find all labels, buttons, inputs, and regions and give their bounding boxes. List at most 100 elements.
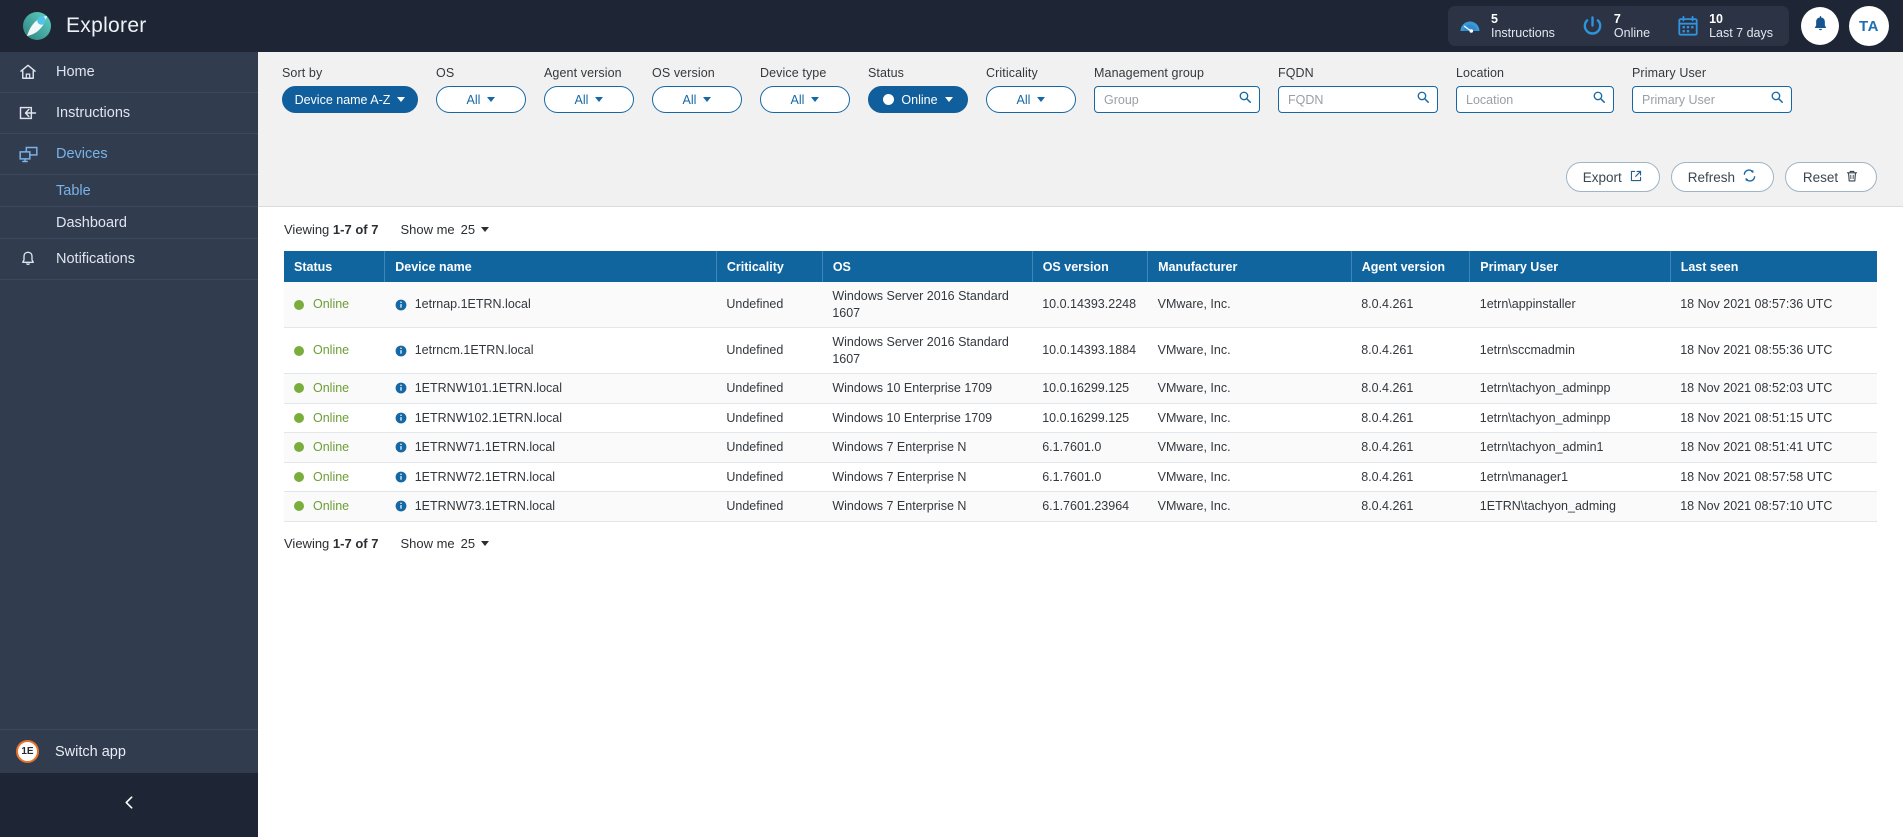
search-icon[interactable] <box>1770 90 1784 109</box>
sidebar-item-table[interactable]: Table <box>0 175 258 207</box>
table-head: Status Device name Criticality OS OS ver… <box>284 251 1877 282</box>
device-name-link[interactable]: 1ETRNW71.1ETRN.local <box>415 439 555 456</box>
sidebar-item-label: Notifications <box>56 251 135 267</box>
column-header-agent-version[interactable]: Agent version <box>1351 251 1471 282</box>
column-header-primary-user[interactable]: Primary User <box>1469 251 1671 282</box>
column-header-status[interactable]: Status <box>284 251 386 282</box>
column-header-os[interactable]: OS <box>822 251 1033 282</box>
table-row[interactable]: Online 1etrncm.1ETRN.local Undefined Window… <box>284 327 1877 374</box>
cell-status: Online <box>284 282 385 328</box>
info-icon[interactable] <box>395 299 407 311</box>
info-icon[interactable] <box>395 382 407 394</box>
table-row[interactable]: Online 1ETRNW72.1ETRN.local Undefined Windo… <box>284 462 1877 492</box>
cell-primary-user: 1etrn\manager1 <box>1469 462 1671 492</box>
sidebar-item-home[interactable]: Home <box>0 52 258 93</box>
column-header-manufacturer[interactable]: Manufacturer <box>1147 251 1352 282</box>
cell-os: Windows 10 Enterprise 1709 <box>822 403 1033 433</box>
search-icon[interactable] <box>1592 90 1606 109</box>
filter-criticality: Criticality All <box>986 66 1076 113</box>
sidebar-item-instructions[interactable]: Instructions <box>0 93 258 134</box>
cell-os-version: 10.0.14393.2248 <box>1032 282 1148 328</box>
notifications-button[interactable] <box>1801 7 1839 45</box>
brand[interactable]: Explorer <box>22 11 147 41</box>
cell-last-seen: 18 Nov 2021 08:57:36 UTC <box>1670 282 1877 328</box>
stat-online[interactable]: 7 Online <box>1581 12 1650 40</box>
export-button[interactable]: Export <box>1565 162 1660 192</box>
column-header-criticality[interactable]: Criticality <box>716 251 823 282</box>
app-body: Home Instructions Devices Table Dashboar… <box>0 52 1903 837</box>
device-name-link[interactable]: 1ETRNW102.1ETRN.local <box>415 410 562 427</box>
one-e-badge-text: 1E <box>21 746 34 757</box>
primary-user-input[interactable] <box>1642 92 1764 107</box>
agent-version-dropdown[interactable]: All <box>544 86 634 113</box>
sidebar-item-devices[interactable]: Devices <box>0 134 258 175</box>
management-group-input[interactable] <box>1104 92 1232 107</box>
stat-instructions[interactable]: 5 Instructions <box>1458 12 1555 40</box>
location-search-box[interactable] <box>1456 86 1614 113</box>
search-icon[interactable] <box>1416 90 1430 109</box>
primary-user-search-box[interactable] <box>1632 86 1792 113</box>
show-me-dropdown-top[interactable]: Show me 25 <box>400 222 490 237</box>
device-type-dropdown[interactable]: All <box>760 86 850 113</box>
column-header-device-name[interactable]: Device name <box>384 251 717 282</box>
device-name-link[interactable]: 1ETRNW101.1ETRN.local <box>415 380 562 397</box>
devices-icon <box>16 142 40 166</box>
stat-label: Instructions <box>1491 26 1555 40</box>
sidebar-item-label: Instructions <box>56 105 131 121</box>
filter-os-version: OS version All <box>652 66 742 113</box>
external-link-icon <box>1629 169 1643 186</box>
table-row[interactable]: Online 1ETRNW102.1ETRN.local Undefined Wind… <box>284 403 1877 433</box>
column-header-last-seen[interactable]: Last seen <box>1670 251 1877 282</box>
filter-row: Sort by Device name A-Z OS All Agent ver… <box>282 66 1883 113</box>
sidebar-collapse-button[interactable] <box>0 773 258 837</box>
location-input[interactable] <box>1466 92 1586 107</box>
device-name-link[interactable]: 1etrnap.1ETRN.local <box>415 296 531 313</box>
column-header-os-version[interactable]: OS version <box>1032 251 1149 282</box>
action-buttons: Export Refresh Reset <box>1565 162 1877 192</box>
cell-device-name: 1ETRNW73.1ETRN.local <box>384 491 717 522</box>
info-icon[interactable] <box>395 500 407 512</box>
device-name-link[interactable]: 1etrncm.1ETRN.local <box>415 342 534 359</box>
show-me-dropdown-bottom[interactable]: Show me 25 <box>400 536 490 551</box>
os-version-dropdown[interactable]: All <box>652 86 742 113</box>
reset-button[interactable]: Reset <box>1785 162 1877 192</box>
sidebar-item-label: Devices <box>56 146 108 162</box>
cell-manufacturer: VMware, Inc. <box>1147 282 1352 328</box>
status-dropdown[interactable]: Online <box>868 86 968 113</box>
search-icon[interactable] <box>1238 90 1252 109</box>
fqdn-input[interactable] <box>1288 92 1410 107</box>
stat-last-7-days[interactable]: 10 Last 7 days <box>1676 12 1773 40</box>
avatar[interactable]: TA <box>1849 6 1889 46</box>
devices-table-wrapper: Status Device name Criticality OS OS ver… <box>258 251 1903 522</box>
cell-os-version: 10.0.14393.1884 <box>1032 327 1148 374</box>
cell-last-seen: 18 Nov 2021 08:55:36 UTC <box>1670 327 1877 374</box>
sidebar-item-dashboard[interactable]: Dashboard <box>0 207 258 239</box>
sidebar-item-notifications[interactable]: Notifications <box>0 239 258 280</box>
switch-app-button[interactable]: 1E Switch app <box>0 729 258 773</box>
info-icon[interactable] <box>395 412 407 424</box>
table-row[interactable]: Online 1etrnap.1ETRN.local Undefined Window… <box>284 282 1877 328</box>
os-dropdown[interactable]: All <box>436 86 526 113</box>
stat-label: Last 7 days <box>1709 26 1773 40</box>
agent-version-value: All <box>574 92 589 107</box>
cell-device-name: 1ETRNW101.1ETRN.local <box>384 373 717 404</box>
explorer-logo-icon <box>22 11 52 41</box>
table-row[interactable]: Online 1ETRNW73.1ETRN.local Undefined Windo… <box>284 491 1877 522</box>
info-icon[interactable] <box>395 441 407 453</box>
sort-by-dropdown[interactable]: Device name A-Z <box>282 86 418 113</box>
table-row[interactable]: Online 1ETRNW71.1ETRN.local Undefined Windo… <box>284 432 1877 463</box>
chevron-down-icon <box>595 97 604 102</box>
device-name-link[interactable]: 1ETRNW73.1ETRN.local <box>415 498 555 515</box>
export-label: Export <box>1582 169 1622 185</box>
info-icon[interactable] <box>395 345 407 357</box>
fqdn-search-box[interactable] <box>1278 86 1438 113</box>
criticality-dropdown[interactable]: All <box>986 86 1076 113</box>
device-name-link[interactable]: 1ETRNW72.1ETRN.local <box>415 469 555 486</box>
one-e-logo-icon: 1E <box>16 740 39 763</box>
refresh-button[interactable]: Refresh <box>1670 162 1774 192</box>
management-group-search-box[interactable] <box>1094 86 1260 113</box>
status-text: Online <box>313 410 350 425</box>
filter-sort-by: Sort by Device name A-Z <box>282 66 418 113</box>
table-row[interactable]: Online 1ETRNW101.1ETRN.local Undefined Wind… <box>284 373 1877 404</box>
info-icon[interactable] <box>395 471 407 483</box>
